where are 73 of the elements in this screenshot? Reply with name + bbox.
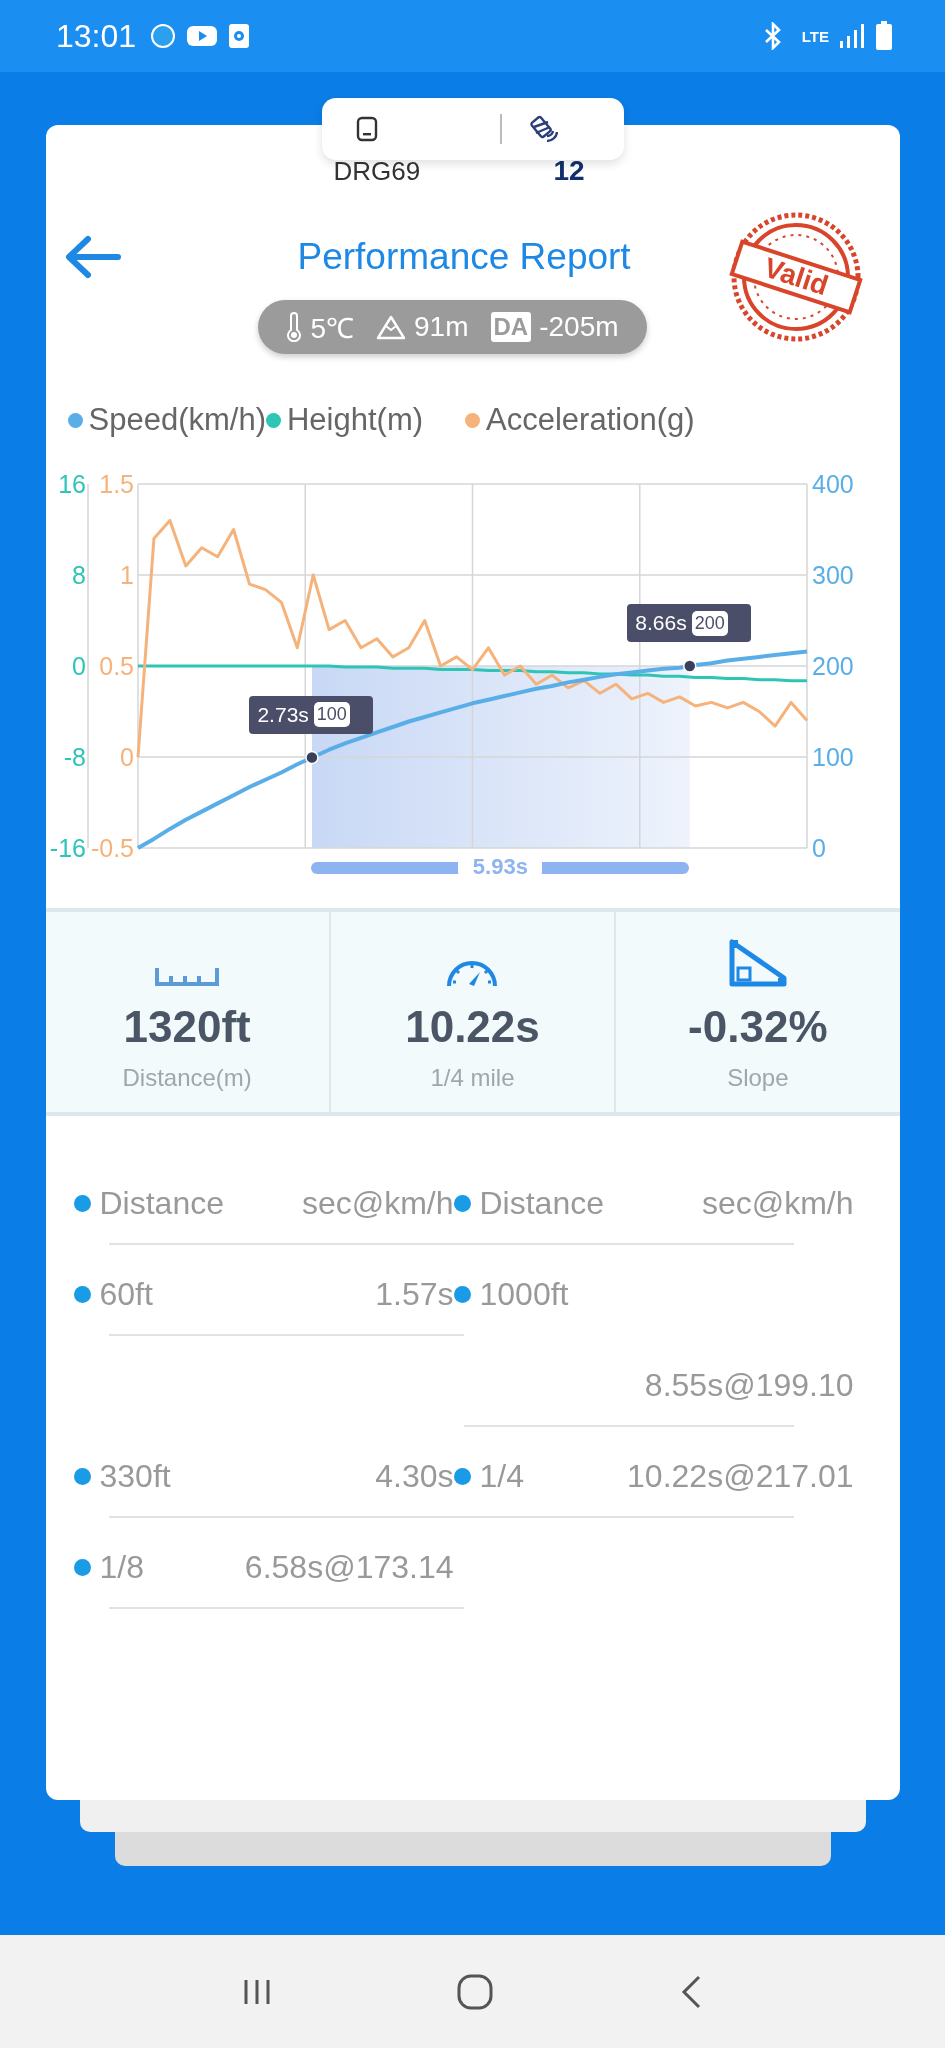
- legend-label[interactable]: Speed(km/h): [88, 402, 266, 438]
- page-title: Performance Report: [297, 236, 631, 278]
- data-point: [682, 659, 696, 673]
- bullet-icon: [453, 1285, 471, 1303]
- temperature: 5℃: [310, 312, 355, 346]
- axis-label: 200: [811, 652, 854, 680]
- bullet-icon: [73, 1467, 91, 1485]
- video-play-icon: [186, 24, 219, 48]
- tooltip-time: 8.66s: [635, 611, 687, 636]
- da-label: DA: [490, 312, 532, 342]
- stat-value: 1320ft: [123, 1002, 251, 1052]
- status-time: 13:01: [56, 17, 137, 55]
- split-value: 1.57s: [374, 1275, 454, 1313]
- split-label: 1/8: [99, 1548, 144, 1586]
- split-label: Distance: [479, 1184, 604, 1222]
- axis-label: -0.5: [90, 834, 134, 862]
- split-value: 4.30s: [374, 1457, 454, 1495]
- axis-label: 400: [811, 470, 854, 498]
- home-icon[interactable]: [456, 1972, 495, 2011]
- speed-badge: 200: [691, 610, 728, 636]
- slope-icon: [727, 938, 788, 988]
- stat-label: Distance(m): [122, 1064, 252, 1092]
- data-point: [304, 750, 319, 765]
- axis-label: 0: [119, 743, 134, 771]
- axis-label: -8: [63, 743, 86, 771]
- split-label: 330ft: [99, 1457, 171, 1495]
- device-icon: [356, 116, 378, 142]
- axis-label: 100: [811, 743, 854, 771]
- split-label: 1000ft: [479, 1275, 569, 1313]
- axis-label: 0.5: [98, 652, 134, 680]
- network-type: LTE: [801, 27, 829, 45]
- mountain-icon: [376, 314, 407, 340]
- axis-label: 1: [119, 561, 134, 589]
- split-label: 1/4: [479, 1457, 524, 1495]
- axis-label: 300: [811, 561, 854, 589]
- satellite-icon: [528, 115, 558, 143]
- split-value: 8.55s@199.10: [643, 1366, 854, 1404]
- density-altitude: -205m: [539, 311, 619, 343]
- stat-value: 10.22s: [405, 1002, 540, 1052]
- axis-label: 8: [71, 561, 86, 589]
- signal-icon: [839, 23, 865, 49]
- battery-icon: [875, 21, 893, 51]
- split-label: 60ft: [99, 1275, 153, 1313]
- ruler-icon: [155, 966, 220, 988]
- stamp-label: Valid: [759, 251, 832, 302]
- split-value: sec@km/h: [700, 1184, 854, 1222]
- split-label: Distance: [99, 1184, 224, 1222]
- axis-label: 0: [811, 834, 826, 862]
- back-arrow-icon[interactable]: [63, 235, 122, 279]
- axis-label: 1.5: [98, 470, 134, 498]
- stat-value: -0.32%: [688, 1002, 828, 1052]
- axis-label: 0: [71, 652, 86, 680]
- speed-badge: 100: [313, 702, 350, 728]
- bullet-icon: [73, 1194, 91, 1212]
- bullet-icon: [73, 1558, 91, 1576]
- legend-label[interactable]: Acceleration(g): [486, 402, 695, 438]
- bullet-icon: [73, 1285, 91, 1303]
- altitude: 91m: [414, 311, 469, 343]
- app-icon: [150, 23, 177, 49]
- split-value: sec@km/h: [300, 1184, 454, 1222]
- stat-label: Slope: [727, 1064, 789, 1092]
- satellite-count: 12: [553, 155, 585, 187]
- stat-label: 1/4 mile: [430, 1064, 515, 1092]
- split-value: 10.22s@217.01: [626, 1457, 854, 1495]
- axis-label: 16: [57, 470, 86, 498]
- tooltip-time: 2.73s: [257, 702, 309, 727]
- bullet-icon: [453, 1194, 471, 1212]
- split-value: 6.58s@173.14: [243, 1548, 454, 1586]
- thermometer-icon: [286, 312, 303, 342]
- bullet-icon: [453, 1467, 471, 1485]
- axis-label: -16: [49, 834, 86, 862]
- device-name: DRG69: [333, 156, 422, 187]
- legend-label[interactable]: Height(m): [286, 402, 424, 438]
